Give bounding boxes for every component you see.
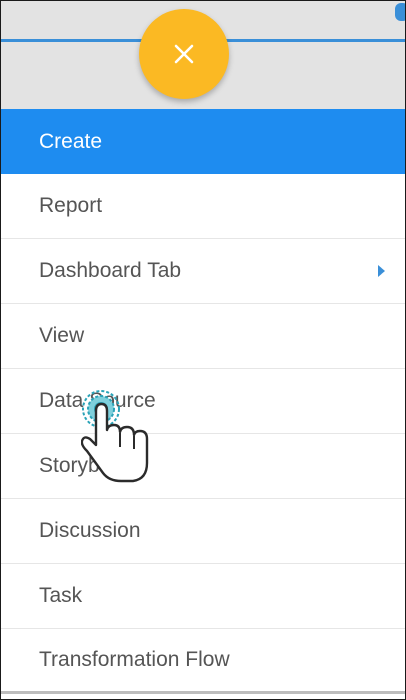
menu-item-create[interactable]: Create xyxy=(1,109,405,174)
submenu-arrow-icon xyxy=(378,265,385,277)
menu-item-dashboard-tab[interactable]: Dashboard Tab xyxy=(1,239,405,304)
menu-item-label: Report xyxy=(39,194,103,217)
menu-item-label: View xyxy=(39,324,85,347)
menu-item-label: Discussion xyxy=(39,519,141,542)
close-icon xyxy=(174,44,194,64)
menu-item-transformation-flow[interactable]: Transformation Flow xyxy=(1,629,405,694)
menu-item-task[interactable]: Task xyxy=(1,564,405,629)
menu-item-discussion[interactable]: Discussion xyxy=(1,499,405,564)
menu-item-storyboard[interactable]: Storyboard xyxy=(1,434,405,499)
create-menu-panel: Create Report Dashboard Tab View Data So… xyxy=(0,0,406,700)
menu-item-label: Data Source xyxy=(39,389,156,412)
menu-item-data-source[interactable]: Data Source xyxy=(1,369,405,434)
menu-header xyxy=(1,1,405,109)
menu-item-label: Create xyxy=(39,129,103,153)
menu-item-report[interactable]: Report xyxy=(1,174,405,239)
menu-item-label: Transformation Flow xyxy=(39,648,230,671)
close-button[interactable] xyxy=(139,9,229,99)
menu-item-view[interactable]: View xyxy=(1,304,405,369)
menu-item-label: Dashboard Tab xyxy=(39,259,182,282)
header-corner-indicator xyxy=(395,3,405,21)
create-menu-list: Create Report Dashboard Tab View Data So… xyxy=(1,109,405,694)
menu-item-label: Task xyxy=(39,584,83,607)
menu-item-label: Storyboard xyxy=(39,454,142,477)
